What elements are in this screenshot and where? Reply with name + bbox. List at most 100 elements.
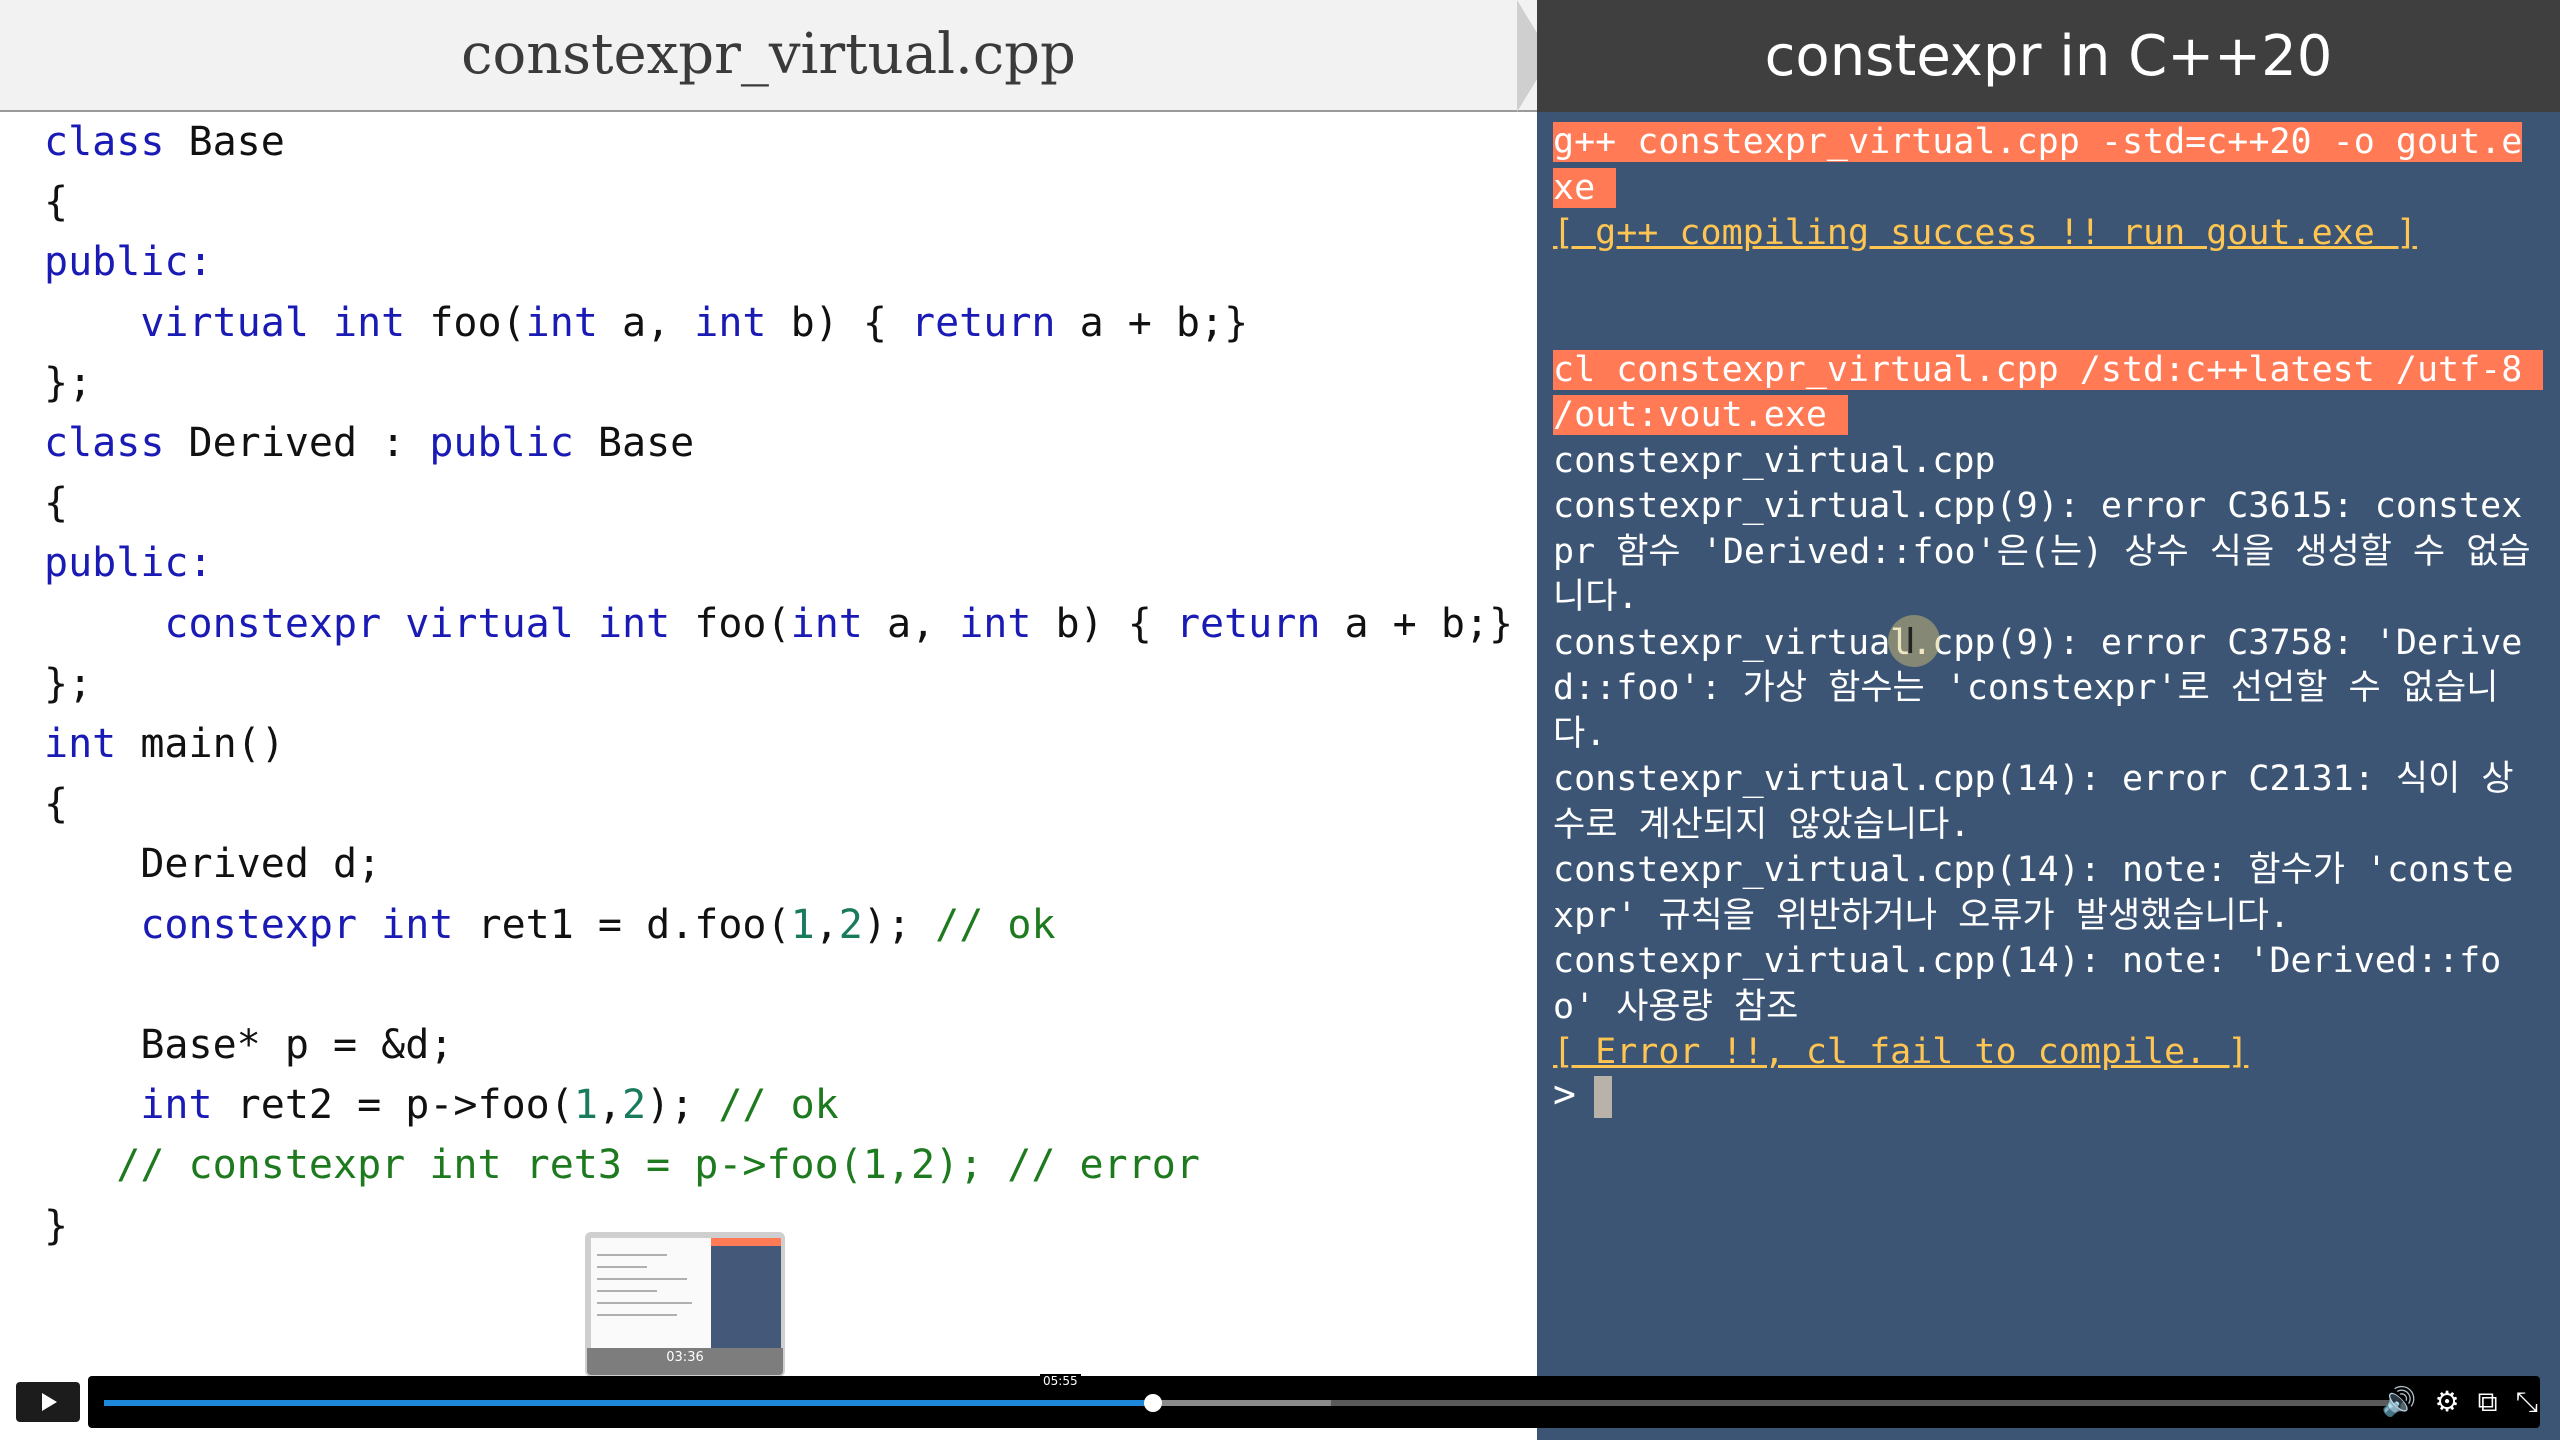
thumbnail-highlight (711, 1238, 781, 1246)
terminal-pane-header: constexpr in C++20 (1537, 0, 2560, 112)
code-token: foo( (405, 299, 526, 346)
code-line: class Base (44, 112, 1513, 172)
code-line: virtual int foo(int a, int b) { return a… (44, 293, 1513, 353)
code-line: class Derived : public Base (44, 413, 1513, 473)
code-token: int (525, 299, 598, 346)
code-token: int (959, 600, 1032, 647)
volume-icon[interactable]: 🔊 (2382, 1382, 2417, 1422)
terminal-line-text: cl constexpr_virtual.cpp /std:c++latest … (1553, 349, 2544, 435)
code-pane-header: constexpr_virtual.cpp (0, 0, 1537, 112)
code-line: { (44, 473, 1513, 533)
code-token: int (694, 299, 767, 346)
thumbnail-line (597, 1302, 692, 1304)
code-line: public: (44, 232, 1513, 292)
thumbnail-line (597, 1314, 677, 1316)
code-token: foo( (670, 600, 791, 647)
code-token: int (381, 901, 454, 948)
code-token: a, (862, 600, 960, 647)
code-token: a + b;} (1320, 600, 1514, 647)
code-token: public: (44, 540, 213, 587)
code-token: ret1 = d.foo( (453, 901, 791, 948)
video-controls: 🔊 ⚙ ⧉ ⤡ (0, 1372, 2560, 1440)
code-token: Base* p = &d; (44, 1022, 454, 1069)
terminal-gap (1553, 257, 2533, 348)
terminal-line: cl constexpr_virtual.cpp /std:c++latest … (1553, 348, 2544, 439)
miniplayer-icon[interactable]: ⧉ (2478, 1382, 2498, 1422)
terminal-prompt[interactable]: > (1553, 1072, 1612, 1118)
code-line: // constexpr int ret3 = p->foo(1,2); // … (44, 1135, 1513, 1195)
seek-hover-time: 05:55 (1040, 1374, 1081, 1388)
terminal-line: constexpr_virtual.cpp(9): error C3758: '… (1553, 621, 2533, 758)
code-line: Base* p = &d; (44, 1015, 1513, 1075)
terminal-line-text: g++ constexpr_virtual.cpp -std=c++20 -o … (1553, 122, 2523, 208)
text-cursor-block (1593, 1075, 1612, 1118)
code-token: { (44, 179, 69, 226)
terminal-output: g++ constexpr_virtual.cpp -std=c++20 -o … (1553, 120, 2544, 1076)
code-token: a + b;} (1055, 299, 1249, 346)
thumbnail-line (597, 1290, 657, 1292)
terminal-line: constexpr_virtual.cpp (1553, 439, 2533, 485)
code-line: constexpr int ret1 = d.foo(1,2); // ok (44, 895, 1513, 955)
code-line: { (44, 774, 1513, 834)
terminal-line-text: constexpr_virtual.cpp(14): note: 'Derive… (1553, 941, 2502, 1027)
code-token: { (44, 480, 69, 527)
thumbnail-line (597, 1278, 687, 1280)
player-icon-group: 🔊 ⚙ ⧉ ⤡ (2382, 1382, 2538, 1422)
code-token: return (1175, 600, 1321, 647)
code-token: int (44, 721, 117, 768)
code-token: b) { (766, 299, 911, 346)
terminal-line: constexpr_virtual.cpp(14): note: 'Derive… (1553, 939, 2533, 1030)
code-token: constexpr (164, 600, 382, 647)
code-token: Base (164, 119, 285, 165)
code-token: main() (116, 721, 285, 768)
code-token: Base (573, 420, 695, 467)
code-token: Derived : (164, 420, 430, 467)
terminal-line: constexpr_virtual.cpp(14): note: 함수가 'co… (1553, 848, 2533, 939)
terminal-line-text: [ g++ compiling success !! run gout.exe … (1553, 213, 2417, 253)
fullscreen-exit-icon[interactable]: ⤡ (2516, 1382, 2538, 1422)
code-token: // ok (935, 901, 1056, 948)
terminal-line-text: constexpr_virtual.cpp(14): error C2131: … (1553, 759, 2514, 845)
code-block: class Base{public: virtual int foo(int a… (44, 112, 1513, 1256)
seek-bar[interactable] (88, 1376, 2540, 1428)
thumbnail-time: 03:36 (666, 1350, 704, 1365)
play-button[interactable] (16, 1382, 80, 1422)
code-line: Derived d; (44, 834, 1513, 894)
code-line: }; (44, 353, 1513, 413)
prompt-symbol: > (1553, 1072, 1576, 1116)
seek-bar-handle[interactable] (1143, 1394, 1162, 1412)
code-token: , (814, 901, 839, 948)
terminal-line-text: constexpr_virtual.cpp(9): error C3615: c… (1553, 486, 2531, 617)
terminal-line-text: constexpr_virtual.cpp (1553, 440, 1996, 481)
code-token: class (44, 119, 165, 165)
code-token: virtual (140, 299, 309, 346)
code-token: Derived d; (44, 841, 382, 888)
settings-icon[interactable]: ⚙ (2434, 1382, 2459, 1422)
code-line: ​ (44, 955, 1513, 1015)
code-file-title: constexpr_virtual.cpp (461, 22, 1076, 87)
code-line: int ret2 = p->foo(1,2); // ok (44, 1075, 1513, 1135)
terminal-line: constexpr_virtual.cpp(9): error C3615: c… (1553, 484, 2533, 621)
mouse-ibeam-cursor-icon (1888, 615, 1940, 667)
code-token: ); (646, 1082, 719, 1129)
thumbnail-terminal-area (711, 1238, 781, 1348)
code-token: public: (44, 239, 213, 286)
code-token: 2 (622, 1082, 647, 1129)
terminal-line: constexpr_virtual.cpp(14): error C2131: … (1553, 757, 2533, 848)
terminal-line: g++ constexpr_virtual.cpp -std=c++20 -o … (1553, 120, 2533, 211)
code-token: } (44, 1202, 69, 1249)
terminal-line-text: constexpr_virtual.cpp(9): error C3758: '… (1553, 622, 2523, 754)
code-token: 2 (838, 901, 863, 948)
code-token: a, (597, 299, 695, 346)
seek-preview-thumbnail: 03:36 (585, 1232, 785, 1377)
thumbnail-line (597, 1254, 667, 1256)
